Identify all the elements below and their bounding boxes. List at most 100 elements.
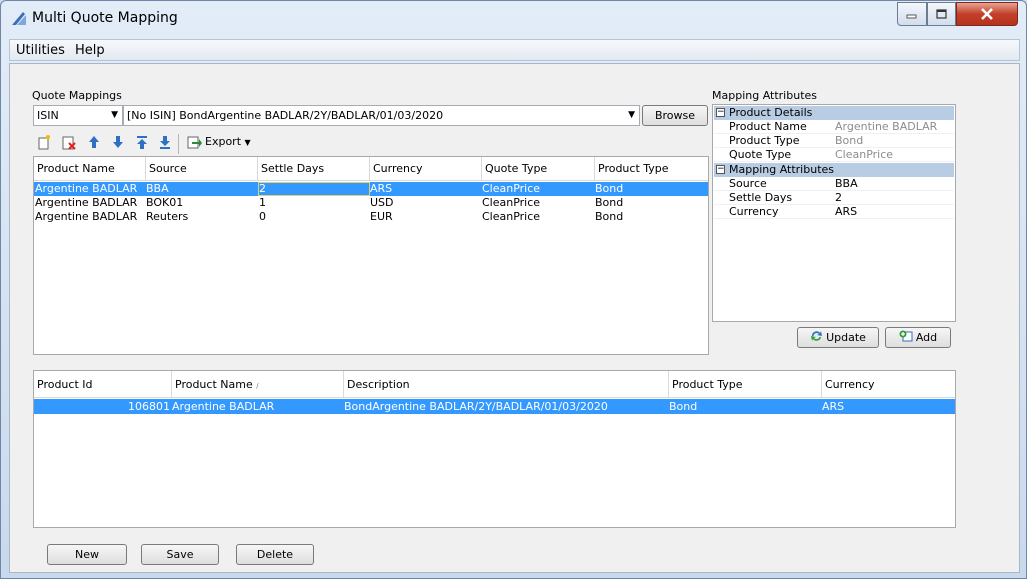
col-header-product-type[interactable]: Product Type: [669, 371, 822, 398]
toolbar-separator: [178, 134, 179, 154]
caret-down-icon: ▼: [244, 138, 251, 147]
window-title: Multi Quote Mapping: [32, 10, 178, 26]
cell-product-type: Bond: [595, 182, 624, 195]
main-panel: Quote Mappings ISIN ▼ [No ISIN] BondArge…: [9, 63, 1020, 573]
cell-currency: ARS: [370, 182, 393, 195]
new-button[interactable]: New: [47, 544, 127, 565]
group-product-details[interactable]: − Product Details: [714, 106, 954, 120]
cell-product-id: 106801: [128, 400, 170, 413]
export-label: Export: [205, 135, 242, 148]
cell-settle-days: 1: [259, 196, 266, 209]
attr-value: Bond: [835, 134, 864, 147]
cell-product-type: Bond: [595, 210, 624, 223]
col-header-product-id[interactable]: Product Id: [34, 371, 172, 398]
attr-value: Argentine BADLAR: [835, 120, 938, 133]
attr-key: Product Name: [729, 120, 807, 133]
menu-help[interactable]: Help: [75, 43, 105, 58]
col-header-quote-type[interactable]: Quote Type: [482, 157, 595, 181]
cell-source: Reuters: [146, 210, 189, 223]
attr-row: Product Name Argentine BADLAR: [714, 120, 954, 134]
chevron-down-icon: ▼: [111, 110, 118, 120]
group-label: Product Details: [729, 106, 813, 119]
cell-currency: ARS: [822, 400, 845, 413]
delete-row-icon[interactable]: [61, 134, 77, 150]
attr-row: Product Type Bond: [714, 134, 954, 148]
col-header-product-name-label: Product Name: [175, 378, 253, 391]
refresh-icon: [810, 329, 823, 348]
cell-product-name: Argentine BADLAR: [35, 182, 138, 195]
table-header: Product Name Source Settle Days Currency…: [34, 157, 708, 181]
move-bottom-icon[interactable]: [157, 134, 173, 150]
product-selector-value: [No ISIN] BondArgentine BADLAR/2Y/BADLAR…: [127, 109, 444, 122]
quote-mappings-label: Quote Mappings: [32, 89, 122, 102]
cell-description: BondArgentine BADLAR/2Y/BADLAR/01/03/202…: [344, 400, 608, 413]
group-mapping-attributes[interactable]: − Mapping Attributes: [714, 163, 954, 177]
col-header-product-type[interactable]: Product Type: [595, 157, 708, 181]
title-bar[interactable]: Multi Quote Mapping: [1, 1, 1026, 35]
cell-quote-type: CleanPrice: [482, 196, 541, 209]
cell-product-type: Bond: [669, 400, 698, 413]
add-button[interactable]: Add: [885, 327, 951, 348]
cell-currency: EUR: [370, 210, 393, 223]
quote-mappings-table[interactable]: Product Name Source Settle Days Currency…: [33, 156, 709, 355]
mapping-attributes-panel: − Product Details Product Name Argentine…: [712, 104, 956, 322]
col-header-source[interactable]: Source: [146, 157, 258, 181]
table-row[interactable]: Argentine BADLAR BBA 2 ARS CleanPrice Bo…: [34, 182, 708, 196]
id-type-value: ISIN: [37, 109, 59, 122]
col-header-product-name[interactable]: Product Name: [34, 157, 146, 181]
attr-row[interactable]: Source BBA: [714, 177, 954, 191]
move-down-icon[interactable]: [110, 134, 126, 150]
col-header-description[interactable]: Description: [344, 371, 669, 398]
attr-row[interactable]: Currency ARS: [714, 205, 954, 219]
move-up-icon[interactable]: [86, 134, 102, 150]
table-row[interactable]: 106801 Argentine BADLAR BondArgentine BA…: [34, 399, 955, 414]
attr-key: Currency: [729, 205, 779, 218]
close-button[interactable]: [956, 2, 1018, 26]
col-header-settle-days[interactable]: Settle Days: [258, 157, 370, 181]
table-row[interactable]: Argentine BADLAR BOK01 1 USD CleanPrice …: [34, 196, 708, 210]
cell-product-name: Argentine BADLAR: [35, 196, 138, 209]
menu-bar: Utilities Help: [9, 39, 1020, 61]
attr-key: Source: [729, 177, 767, 190]
col-header-currency[interactable]: Currency: [822, 371, 955, 398]
add-icon: [899, 329, 913, 348]
update-label: Update: [826, 331, 866, 344]
cell-quote-type: CleanPrice: [482, 210, 541, 223]
cell-settle-days[interactable]: 2: [258, 182, 370, 196]
add-label: Add: [915, 331, 938, 344]
mapping-attributes-label: Mapping Attributes: [712, 89, 818, 102]
sort-icon: ∕: [256, 382, 259, 390]
attr-row[interactable]: Settle Days 2: [714, 191, 954, 205]
collapse-icon[interactable]: −: [716, 165, 725, 174]
id-type-select[interactable]: ISIN ▼: [33, 105, 123, 126]
attr-value: CleanPrice: [835, 148, 894, 161]
cell-currency: USD: [370, 196, 394, 209]
attr-key: Settle Days: [729, 191, 793, 204]
export-icon[interactable]: [186, 134, 202, 150]
attr-value[interactable]: ARS: [835, 205, 857, 219]
collapse-icon[interactable]: −: [716, 108, 725, 117]
cell-quote-type: CleanPrice: [482, 182, 541, 195]
update-button[interactable]: Update: [797, 327, 879, 348]
products-table[interactable]: Product Id Product Name ∕ Description Pr…: [33, 370, 956, 528]
export-menu[interactable]: Export ▼: [205, 135, 251, 148]
menu-utilities[interactable]: Utilities: [16, 43, 65, 58]
col-header-product-name[interactable]: Product Name ∕: [172, 371, 344, 398]
col-header-currency[interactable]: Currency: [370, 157, 482, 181]
move-top-icon[interactable]: [134, 134, 150, 150]
delete-button[interactable]: Delete: [236, 544, 314, 565]
app-logo-icon: [11, 10, 27, 26]
save-button[interactable]: Save: [141, 544, 219, 565]
attr-value[interactable]: BBA: [835, 177, 858, 191]
cell-source: BBA: [146, 182, 169, 195]
table-row[interactable]: Argentine BADLAR Reuters 0 EUR CleanPric…: [34, 210, 708, 224]
product-selector[interactable]: [No ISIN] BondArgentine BADLAR/2Y/BADLAR…: [123, 105, 640, 126]
table-header: Product Id Product Name ∕ Description Pr…: [34, 371, 955, 398]
browse-button[interactable]: Browse: [642, 105, 708, 126]
attr-value[interactable]: 2: [835, 191, 842, 205]
cell-product-name: Argentine BADLAR: [172, 400, 275, 413]
minimize-button[interactable]: [897, 2, 927, 26]
new-row-icon[interactable]: [36, 134, 52, 150]
cell-product-name: Argentine BADLAR: [35, 210, 138, 223]
maximize-button[interactable]: [927, 2, 956, 26]
